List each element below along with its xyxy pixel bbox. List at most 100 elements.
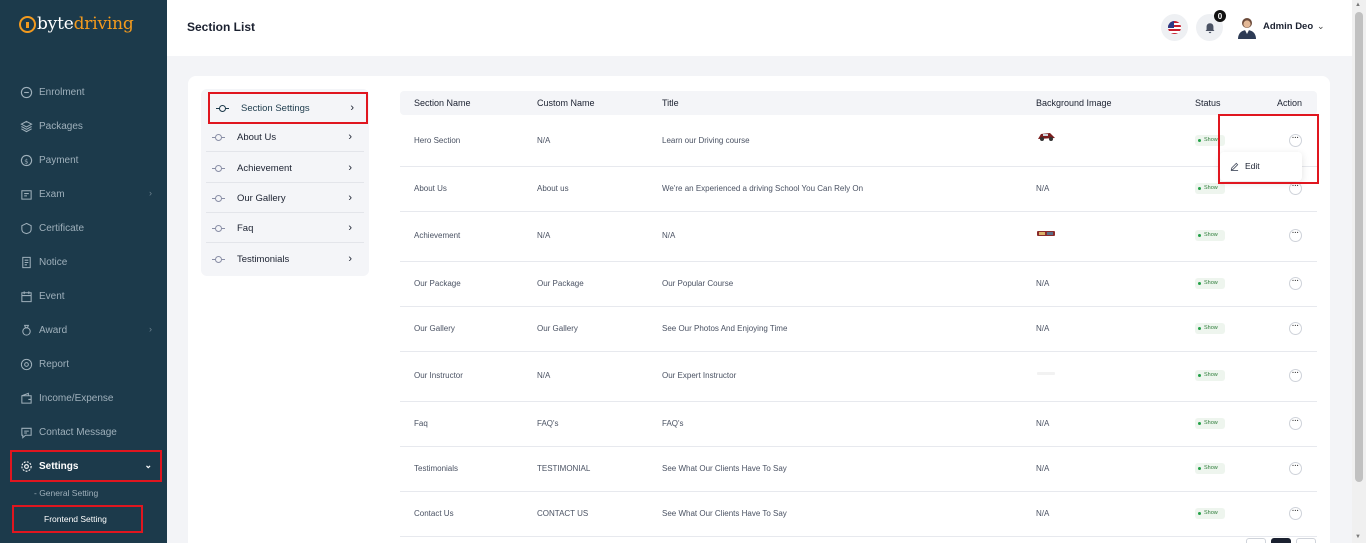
cell-section-name: Our Instructor	[414, 371, 463, 380]
brand-logo[interactable]: byte driving	[19, 14, 134, 34]
chevron-right-icon: ›	[348, 162, 352, 174]
node-icon	[212, 255, 225, 264]
row-action-menu-button[interactable]: ···	[1289, 507, 1302, 520]
status-badge: Show	[1195, 370, 1225, 381]
packages-icon	[20, 120, 33, 133]
section-menu-item-achievement[interactable]: Achievement ›	[206, 154, 364, 183]
cell-custom-name: FAQ's	[537, 419, 559, 428]
section-menu-item-our-gallery[interactable]: Our Gallery ›	[206, 184, 364, 213]
cell-custom-name: About us	[537, 184, 569, 193]
column-header-custom-name: Custom Name	[537, 98, 595, 108]
cell-background-image: N/A	[1036, 279, 1050, 288]
status-badge: Show	[1195, 278, 1225, 289]
pagination-prev-button[interactable]	[1246, 538, 1266, 543]
scroll-up-arrow-icon[interactable]: ▲	[1355, 2, 1361, 8]
section-menu-item-testimonials[interactable]: Testimonials ›	[206, 245, 364, 274]
row-action-menu-button[interactable]: ···	[1289, 322, 1302, 335]
cell-custom-name: Our Package	[537, 279, 584, 288]
sidebar-item-event[interactable]: Event	[0, 282, 167, 310]
status-badge: Show	[1195, 418, 1225, 429]
sidebar-item-contact-message[interactable]: Contact Message	[0, 418, 167, 446]
section-menu-item-about-us[interactable]: About Us ›	[206, 123, 364, 152]
table-row: Hero Section N/A Learn our Driving cours…	[400, 115, 1317, 167]
status-badge: Show	[1195, 323, 1225, 334]
column-header-background-image: Background Image	[1036, 98, 1112, 108]
sidebar-item-label: Packages	[39, 120, 83, 132]
sidebar-item-packages[interactable]: Packages	[0, 112, 167, 140]
page-scrollbar[interactable]: ▲ ▼	[1352, 0, 1366, 543]
exam-icon	[20, 188, 33, 201]
notification-button[interactable]: 0	[1196, 10, 1226, 41]
pagination-next-button[interactable]	[1296, 538, 1316, 543]
user-name[interactable]: Admin Deo	[1263, 21, 1313, 32]
top-header: Section List 0 Admin Deo ⌄	[167, 0, 1352, 56]
row-action-menu-button[interactable]: ···	[1289, 417, 1302, 430]
cell-custom-name: CONTACT US	[537, 509, 589, 518]
section-menu-item-faq[interactable]: Faq ›	[206, 214, 364, 243]
scrollbar-thumb[interactable]	[1355, 12, 1363, 482]
sidebar-item-payment[interactable]: $ Payment	[0, 146, 167, 174]
table-row: Contact Us CONTACT US See What Our Clien…	[400, 492, 1317, 537]
gear-icon	[20, 460, 33, 473]
section-menu-label: Our Gallery	[237, 192, 286, 204]
section-menu-label: Section Settings	[241, 102, 310, 114]
message-icon	[20, 426, 33, 439]
row-action-menu-button[interactable]: ···	[1289, 277, 1302, 290]
sidebar-item-label: Contact Message	[39, 426, 117, 438]
section-menu-item-section-settings[interactable]: Section Settings ›	[208, 92, 368, 124]
chevron-right-icon: ›	[348, 222, 352, 234]
cell-custom-name: TESTIMONIAL	[537, 464, 591, 473]
sidebar: byte driving Enrolment Packages $ Paymen…	[0, 0, 167, 543]
sidebar-item-label: Report	[39, 358, 70, 370]
pagination-page-button[interactable]	[1271, 538, 1291, 543]
cell-title: We're an Experienced a driving School Yo…	[662, 184, 864, 193]
sidebar-item-label: Exam	[39, 188, 65, 200]
row-action-menu-button[interactable]: ···	[1289, 229, 1302, 242]
sidebar-item-report[interactable]: Report	[0, 350, 167, 378]
column-header-title: Title	[662, 98, 679, 108]
table-row: About Us About us We're an Experienced a…	[400, 167, 1317, 212]
section-menu-label: Faq	[237, 222, 254, 234]
cell-custom-name: Our Gallery	[537, 324, 578, 333]
node-icon	[212, 224, 225, 233]
page-title: Section List	[187, 20, 256, 34]
language-button[interactable]	[1161, 14, 1188, 41]
cell-title: FAQ's	[662, 419, 684, 428]
award-icon	[20, 324, 33, 337]
bell-icon	[1205, 22, 1214, 33]
cell-background-image: N/A	[1036, 464, 1050, 473]
background-thumbnail	[1037, 372, 1055, 375]
row-action-menu-button[interactable]: ···	[1289, 369, 1302, 382]
sidebar-item-income-expense[interactable]: Income/Expense	[0, 384, 167, 412]
chevron-down-icon[interactable]: ⌄	[1317, 21, 1325, 32]
chevron-right-icon: ›	[350, 102, 354, 114]
brand-name-part1: byte	[37, 14, 74, 34]
cell-title: Our Popular Course	[662, 279, 734, 288]
cell-background-image: N/A	[1036, 324, 1050, 333]
cell-custom-name: N/A	[537, 231, 551, 240]
sidebar-item-enrolment[interactable]: Enrolment	[0, 78, 167, 106]
sidebar-item-award[interactable]: Award ›	[0, 316, 167, 344]
avatar[interactable]	[1237, 17, 1257, 39]
scroll-down-arrow-icon[interactable]: ▼	[1355, 534, 1361, 540]
cell-section-name: Achievement	[414, 231, 461, 240]
cell-background-image: N/A	[1036, 509, 1050, 518]
sidebar-item-label: Event	[39, 290, 65, 302]
sidebar-subitem-frontend-setting[interactable]: Frontend Setting	[12, 505, 143, 533]
cell-title: Our Expert Instructor	[662, 371, 737, 380]
sidebar-item-certificate[interactable]: Certificate	[0, 214, 167, 242]
sidebar-item-label: Settings	[39, 460, 79, 472]
cell-section-name: Hero Section	[414, 136, 461, 145]
sidebar-item-settings[interactable]: Settings ⌄	[10, 450, 162, 482]
cell-title: See What Our Clients Have To Say	[662, 464, 787, 473]
sidebar-item-notice[interactable]: Notice	[0, 248, 167, 276]
sidebar-subitem-general-setting[interactable]: - General Setting	[34, 488, 98, 498]
row-action-menu-button[interactable]: ···	[1289, 462, 1302, 475]
cell-title: N/A	[662, 231, 676, 240]
cell-title: See What Our Clients Have To Say	[662, 509, 787, 518]
node-icon	[212, 164, 225, 173]
section-menu-label: About Us	[237, 131, 277, 143]
sidebar-item-exam[interactable]: Exam ›	[0, 180, 167, 208]
column-header-action: Action	[1277, 98, 1303, 108]
column-header-status: Status	[1195, 98, 1221, 108]
